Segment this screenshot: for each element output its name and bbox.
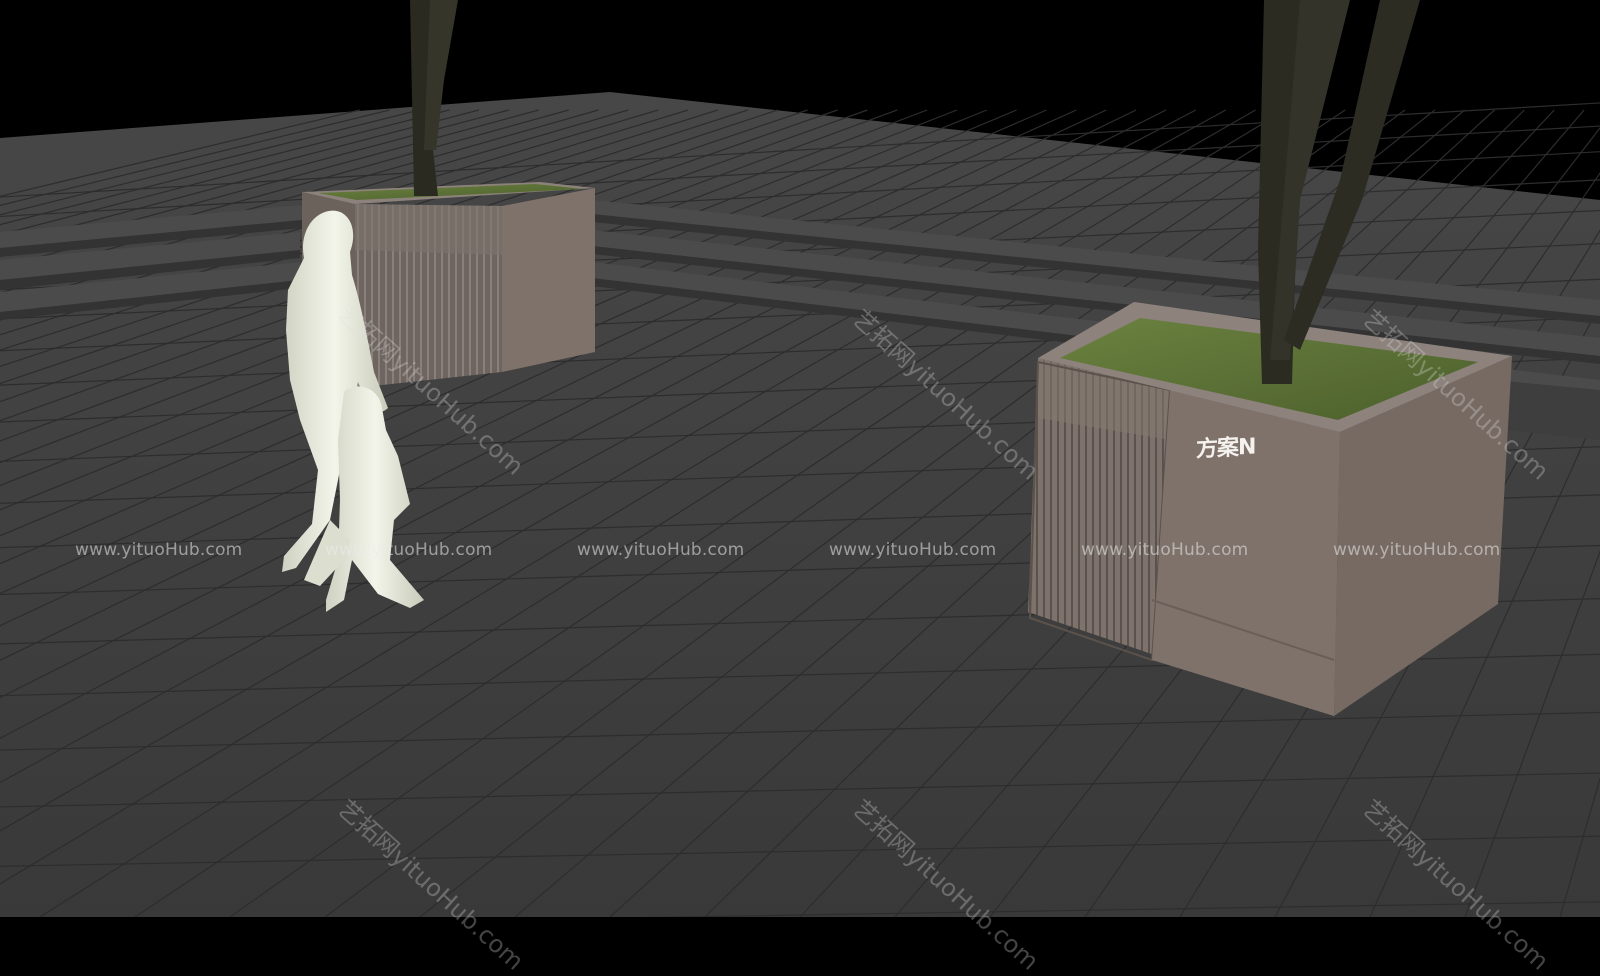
render-scene <box>0 0 1600 917</box>
planter-plan-label: 方案N <box>1196 434 1256 463</box>
